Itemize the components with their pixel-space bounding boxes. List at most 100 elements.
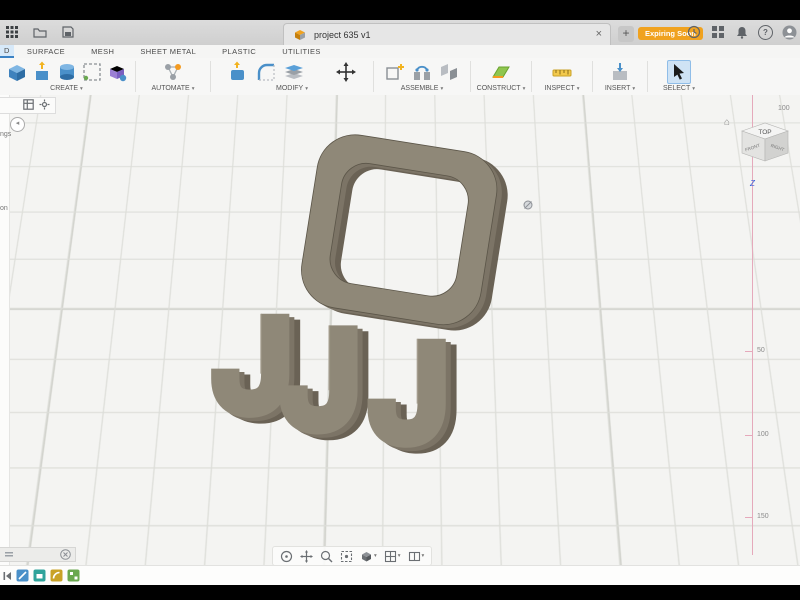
ruler-tick (745, 435, 752, 436)
timeline-rewind-icon[interactable] (2, 570, 12, 582)
ribbon-toolbar: CREATE▾ AUTOMATE▾ (0, 58, 800, 96)
select-cursor-icon[interactable] (667, 60, 691, 84)
chevron-down-icon: ▾ (692, 86, 695, 92)
model-3d[interactable] (0, 95, 800, 565)
insert-icon[interactable] (609, 61, 631, 83)
chevron-down-icon: ▾ (440, 86, 443, 92)
pan-icon[interactable] (300, 550, 313, 563)
ribbon-group-inspect: INSPECT▾ (534, 58, 590, 95)
ruler-label: 50 (757, 347, 765, 354)
panel-close-icon[interactable] (60, 549, 71, 560)
document-title: project 635 v1 (314, 30, 371, 40)
chevron-down-icon: ▾ (192, 86, 195, 92)
ribbon-divider (373, 61, 374, 92)
data-panel-grid-icon[interactable] (4, 24, 20, 40)
notifications-bell-icon[interactable] (734, 24, 750, 40)
press-pull-icon[interactable] (227, 61, 249, 83)
browser-filter-icon[interactable] (23, 97, 34, 115)
tab-mesh[interactable]: MESH (78, 47, 127, 56)
select-menu[interactable]: SELECT▾ (663, 85, 695, 92)
move-icon[interactable] (335, 61, 357, 83)
user-avatar[interactable] (781, 24, 797, 40)
new-solid-icon[interactable] (6, 61, 28, 83)
extrude-icon[interactable] (31, 61, 53, 83)
timeline-extrude-feature-icon[interactable] (33, 569, 46, 582)
ruler-label: 100 (778, 105, 790, 112)
joint-icon[interactable] (411, 61, 433, 83)
viewcube[interactable]: TOP FRONT RIGHT (736, 115, 794, 163)
tab-sheet-metal[interactable]: SHEET METAL (127, 47, 209, 56)
origin-point-icon[interactable] (522, 199, 534, 211)
ribbon-group-construct: CONSTRUCT▾ (473, 58, 529, 95)
automation-nodes-icon[interactable] (162, 61, 184, 83)
assemble-menu[interactable]: ASSEMBLE▾ (401, 85, 444, 92)
ribbon-tab-row: D SURFACE MESH SHEET METAL PLASTIC UTILI… (0, 45, 800, 58)
chevron-down-icon: ▾ (305, 86, 308, 92)
viewcube-top-label: TOP (758, 129, 771, 136)
timeline-pattern-feature-icon[interactable] (67, 569, 80, 582)
timeline-sketch-feature-icon[interactable] (16, 569, 29, 582)
viewcube-home-icon[interactable]: ⌂ (724, 117, 730, 128)
letterbox-top (0, 0, 800, 20)
browser-item-label-fragment: ngs (0, 131, 11, 138)
job-status-clock-icon[interactable] (686, 24, 702, 40)
browser-settings-icon[interactable] (39, 97, 50, 115)
ribbon-divider (470, 61, 471, 92)
create-menu[interactable]: CREATE▾ (50, 85, 83, 92)
apps-grid-icon[interactable] (710, 24, 726, 40)
document-icon (292, 27, 308, 43)
tab-utilities[interactable]: UTILITIES (269, 47, 334, 56)
viewports-icon[interactable]: ▾ (408, 550, 425, 563)
chevron-down-icon: ▾ (374, 553, 377, 559)
tab-plastic[interactable]: PLASTIC (209, 47, 269, 56)
measure-icon[interactable] (551, 61, 573, 83)
chevron-down-icon: ▾ (577, 86, 580, 92)
primitive-box-icon[interactable] (106, 61, 128, 83)
ribbon-group-select: SELECT▾ (650, 58, 708, 95)
ribbon-divider (647, 61, 648, 92)
viewport-canvas[interactable]: ngs on ◂ 100 50 100 150 ⌂ (0, 95, 800, 565)
display-settings-icon[interactable]: ▾ (360, 550, 377, 563)
browser-item-label-fragment: on (0, 205, 8, 212)
help-icon[interactable]: ? (758, 25, 773, 40)
browser-collapse-button[interactable]: ◂ (10, 117, 25, 132)
screen: project 635 v1 × + Expiring Soon ? (0, 0, 800, 600)
insert-menu[interactable]: INSERT▾ (605, 85, 635, 92)
ribbon-group-assemble: ASSEMBLE▾ (376, 58, 468, 95)
ribbon-group-create: CREATE▾ (0, 58, 133, 95)
navigation-bar: ▾ ▾ ▾ (272, 546, 432, 565)
automate-menu[interactable]: AUTOMATE▾ (151, 85, 194, 92)
chevron-down-icon: ▾ (80, 86, 83, 92)
orbit-icon[interactable] (280, 550, 293, 563)
document-tab[interactable]: project 635 v1 × (283, 23, 611, 45)
zoom-icon[interactable] (320, 550, 333, 563)
construct-menu[interactable]: CONSTRUCT▾ (477, 85, 526, 92)
chevron-down-icon: ▾ (632, 86, 635, 92)
timeline-fillet-feature-icon[interactable] (50, 569, 63, 582)
chevron-down-icon: ▾ (398, 553, 401, 559)
tab-surface[interactable]: SURFACE (14, 47, 78, 56)
file-menu-icon[interactable] (32, 24, 48, 40)
tab-solid-clipped[interactable]: D (0, 45, 14, 58)
browser-toolbar (0, 97, 56, 114)
letterbox-bottom (0, 585, 800, 600)
align-icon[interactable] (438, 61, 460, 83)
grid-snaps-icon[interactable]: ▾ (384, 550, 401, 563)
fit-view-icon[interactable] (340, 550, 353, 563)
browser-panel-collapsed (0, 95, 10, 565)
ribbon-divider (592, 61, 593, 92)
bottom-left-panel[interactable] (0, 547, 76, 562)
chevron-down-icon: ▾ (523, 86, 526, 92)
inspect-menu[interactable]: INSPECT▾ (544, 85, 579, 92)
ribbon-divider (135, 61, 136, 92)
close-tab-icon[interactable]: × (596, 29, 602, 40)
new-tab-button[interactable]: + (618, 26, 634, 42)
modify-menu[interactable]: MODIFY▾ (276, 85, 308, 92)
revolve-icon[interactable] (56, 61, 78, 83)
new-component-icon[interactable] (384, 61, 406, 83)
create-sketch-icon[interactable] (81, 61, 103, 83)
shell-icon[interactable] (283, 61, 305, 83)
fillet-icon[interactable] (255, 61, 277, 83)
save-icon[interactable] (60, 24, 76, 40)
construction-plane-icon[interactable] (490, 61, 512, 83)
